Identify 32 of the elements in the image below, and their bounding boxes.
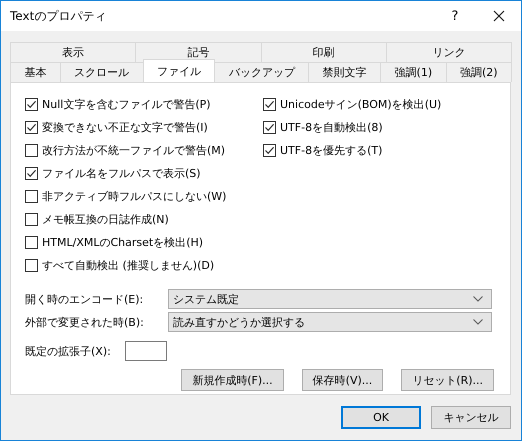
checkbox[interactable]: UTF-8を優先する(T) [263,139,496,162]
tab[interactable]: リンク [386,42,512,62]
tab[interactable]: ファイル [142,59,216,82]
dialog-button[interactable]: キャンセル [431,406,511,429]
checkbox[interactable]: メモ帳互換の日誌作成(N) [25,208,263,231]
tab[interactable]: 強調(2) [446,62,512,82]
checkbox[interactable]: Null文字を含むファイルで警告(P) [25,93,263,116]
checkbox[interactable]: Unicodeサイン(BOM)を検出(U) [263,93,496,116]
checkbox[interactable]: UTF-8を自動検出(8) [263,116,496,139]
close-icon [493,10,505,22]
chevron-down-icon [473,296,483,302]
checkbox[interactable]: HTML/XMLのCharsetを検出(H) [25,231,263,254]
chevron-down-icon [473,319,483,325]
checkbox[interactable]: 変換できない不正な文字で警告(I) [25,116,263,139]
dropdown[interactable]: システム既定 [168,289,492,309]
tab[interactable]: 基本 [10,62,61,82]
field-label: 外部で変更された時(B): [25,314,145,330]
tab[interactable]: 表示 [10,42,136,62]
checkbox[interactable]: ファイル名をフルパスで表示(S) [25,162,263,185]
checkbox[interactable]: すべて自動検出 (推奨しません)(D) [25,254,263,277]
settings-button[interactable]: 新規作成時(F)... [181,369,284,391]
dialog-button[interactable]: OK [341,406,421,429]
field-label: 開く時のエンコード(E): [25,292,144,306]
checkbox[interactable]: 改行方法が不統一ファイルで警告(M) [25,139,263,162]
settings-button[interactable]: 保存時(V)... [302,369,384,391]
checkbox[interactable]: 非アクティブ時フルパスにしない(W) [25,185,263,208]
dropdown[interactable]: 読み直すかどうか選択する [168,312,492,332]
input-field[interactable] [124,341,167,361]
window-title: Textのプロパティ [10,8,108,24]
help-button[interactable]: ? [433,1,477,31]
settings-button[interactable]: リセット(R)... [401,369,494,391]
field-label: 既定の拡張子(X): [25,344,111,358]
